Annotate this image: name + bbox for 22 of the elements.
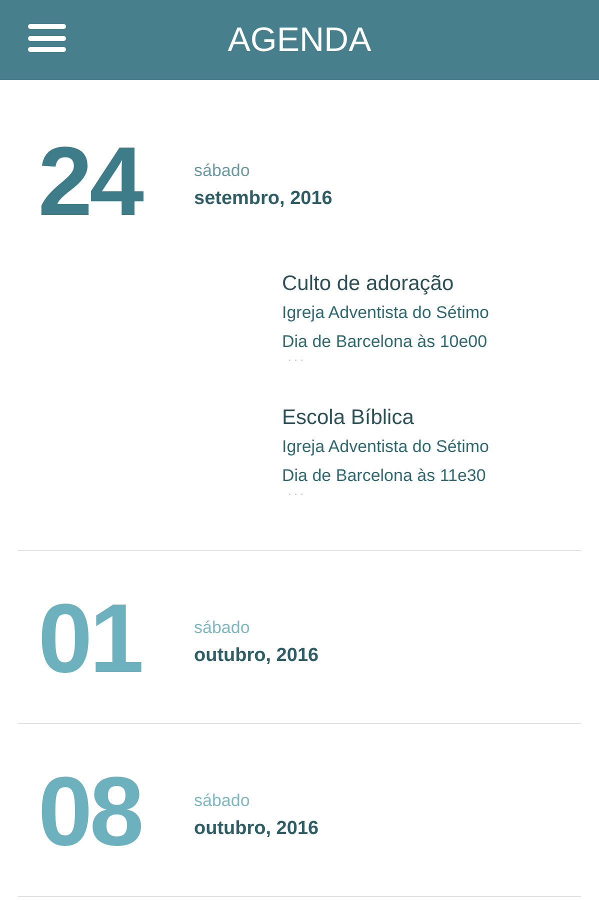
- month-year-label: outubro, 2016: [194, 644, 319, 668]
- day-number: 08: [37, 762, 142, 860]
- weekday-label: sábado: [194, 617, 251, 639]
- day-number: 01: [37, 589, 142, 687]
- month-year-label: outubro, 2016: [194, 817, 319, 841]
- event-detail: Igreja Adventista do Sétimo: [282, 302, 490, 324]
- more-indicator: · · ·: [287, 356, 305, 366]
- event-title[interactable]: Culto de adoração: [282, 270, 581, 298]
- day-section[interactable]: 08 sábado outubro, 2016: [18, 724, 581, 897]
- weekday-label: sábado: [194, 160, 251, 182]
- weekday-label: sábado: [194, 790, 251, 812]
- event-detail: Dia de Barcelona às 10e00: [282, 331, 488, 353]
- month-year-label: setembro, 2016: [194, 187, 332, 211]
- page-title: AGENDA: [228, 23, 372, 57]
- day-section[interactable]: 24 sábado setembro, 2016 Culto de adoração Igreja Adventista do Sétimo Dia de Barcelona às 10e00 · · · Escola Bíblica Igreja Adventista do Sétimo Dia de Barcelona às 11e30 · · ·: [18, 80, 581, 551]
- event-detail: Igreja Adventista do Sétimo: [282, 436, 490, 458]
- more-indicator: · · ·: [287, 490, 305, 500]
- event-title[interactable]: Escola Bíblica: [282, 404, 581, 432]
- event-detail: Dia de Barcelona às 11e30: [282, 465, 487, 487]
- menu-icon[interactable]: [28, 24, 66, 52]
- day-section[interactable]: 01 sábado outubro, 2016: [18, 551, 581, 724]
- day-number: 24: [37, 132, 144, 230]
